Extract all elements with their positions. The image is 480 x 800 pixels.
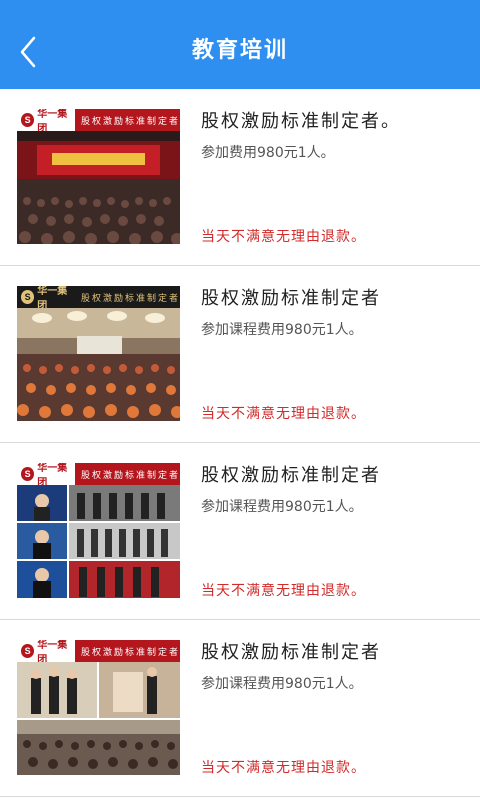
company-logo: S 华一集团 [17, 286, 75, 312]
course-thumbnail: S 华一集团 股权激励标准制定者 [17, 640, 180, 775]
company-logo: S 华一集团 [17, 640, 75, 666]
logo-mark-icon: S [21, 467, 35, 481]
photo-collage [17, 485, 180, 598]
logo-mark-icon: S [21, 113, 35, 127]
list-item[interactable]: S 华一集团 股权激励标准制定者 [0, 443, 480, 620]
page-title: 教育培训 [191, 38, 288, 63]
thumbnail-banner: S 华一集团 股权激励标准制定者 [17, 463, 180, 489]
company-logo: S 华一集团 [17, 463, 75, 489]
item-price: 参加费用980元1人。 [201, 145, 335, 161]
item-price: 参加课程费用980元1人。 [201, 499, 363, 515]
photo-collage [17, 662, 180, 775]
list-item[interactable]: S 华一集团 股权激励标准制定者 [0, 266, 480, 443]
refund-note: 当天不满意无理由退款。 [201, 760, 366, 776]
thumbnail-banner: S 华一集团 股权激励标准制定者 [17, 640, 180, 666]
course-thumbnail: S 华一集团 股权激励标准制定者 [17, 109, 180, 244]
thumbnail-banner: S 华一集团 股权激励标准制定者 [17, 286, 180, 312]
course-list: S 华一集团 股权激励标准制定者 股权激励标准制定者。 参加费用980元1人。 … [0, 89, 480, 797]
list-item[interactable]: S 华一集团 股权激励标准制定者 [0, 89, 480, 266]
conference-photo [17, 308, 180, 421]
conference-photo [17, 131, 180, 244]
item-title: 股权激励标准制定者 [201, 288, 381, 309]
banner-text: 股权激励标准制定者 [80, 293, 180, 304]
course-thumbnail: S 华一集团 股权激励标准制定者 [17, 286, 180, 421]
banner-text: 股权激励标准制定者 [80, 116, 180, 127]
refund-note: 当天不满意无理由退款。 [201, 406, 366, 422]
item-title: 股权激励标准制定者 [201, 465, 381, 486]
banner-text: 股权激励标准制定者 [80, 647, 180, 658]
item-price: 参加课程费用980元1人。 [201, 676, 363, 692]
banner-text: 股权激励标准制定者 [80, 470, 180, 481]
list-item[interactable]: S 华一集团 股权激励标准制定者 [0, 620, 480, 797]
item-price: 参加课程费用980元1人。 [201, 322, 363, 338]
item-title: 股权激励标准制定者 [201, 642, 381, 663]
course-thumbnail: S 华一集团 股权激励标准制定者 [17, 463, 180, 598]
logo-mark-icon: S [21, 644, 35, 658]
logo-mark-icon: S [21, 290, 35, 304]
company-logo: S 华一集团 [17, 109, 75, 135]
refund-note: 当天不满意无理由退款。 [201, 583, 366, 599]
refund-note: 当天不满意无理由退款。 [201, 229, 366, 245]
item-title: 股权激励标准制定者。 [201, 111, 401, 132]
app-header: 教育培训 [0, 0, 480, 89]
thumbnail-banner: S 华一集团 股权激励标准制定者 [17, 109, 180, 135]
